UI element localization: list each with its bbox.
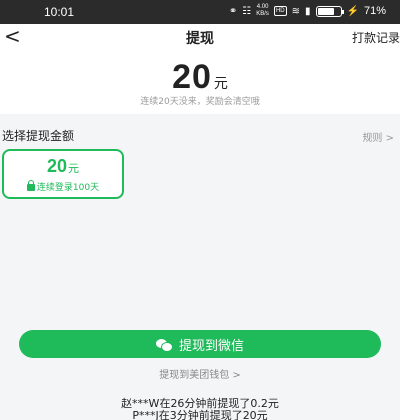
- withdraw-amount-header: 选择提现金额 规则 >: [0, 124, 400, 146]
- withdraw-button-label: 提现到微信: [178, 338, 244, 354]
- balance-unit: 元: [213, 76, 228, 92]
- balance-card: 20 元 连续20天没来，奖励会清空哦: [0, 50, 400, 114]
- wechat-icon: [155, 338, 173, 352]
- withdraw-to-wechat-button[interactable]: 提现到微信: [19, 330, 381, 358]
- signal-icon: ▮: [305, 5, 311, 17]
- wifi-icon: ≋: [291, 5, 300, 17]
- charging-icon: ⚡: [346, 5, 359, 17]
- hd-badge: HD: [273, 6, 287, 16]
- battery-icon: [315, 5, 344, 17]
- page-title: 提现: [186, 31, 214, 47]
- withdraw-to-meituan-link[interactable]: 提现到美团钱包 >: [0, 366, 400, 381]
- option-unit: 元: [68, 162, 80, 175]
- option-condition: 连续登录100天: [8, 180, 118, 193]
- withdraw-notices: 赵***W在26分钟前提现了0.2元 P***J在3分钟前提现了20元: [0, 398, 400, 420]
- nav-bar: < 提现 打款记录: [0, 24, 400, 50]
- balance-value: 20: [172, 58, 212, 96]
- status-bar: 10:01 ⚭ ☷ 4.00 KB/s HD ≋ ▮ ⚡ 71%: [0, 0, 400, 24]
- rules-link[interactable]: 规则 >: [362, 129, 394, 144]
- vibrate-icon: ☷: [242, 5, 252, 17]
- battery-percent: 71%: [363, 5, 386, 17]
- status-icons: ⚭ ☷ 4.00 KB/s HD ≋ ▮ ⚡ 71%: [229, 4, 386, 18]
- amount-option[interactable]: 20元 连续登录100天: [2, 149, 124, 199]
- balance-tip: 连续20天没来，奖励会清空哦: [140, 97, 260, 107]
- option-value: 20: [46, 156, 68, 176]
- balance-amount: 20 元: [0, 58, 400, 97]
- net-speed-value: 4.00: [256, 4, 269, 10]
- option-amount: 20元: [4, 156, 122, 177]
- status-time: 10:01: [44, 5, 75, 19]
- net-speed: 4.00 KB/s: [256, 4, 269, 18]
- headphones-icon: ⚭: [228, 5, 238, 17]
- lock-icon: [26, 180, 35, 191]
- payment-records-link[interactable]: 打款记录: [352, 29, 400, 46]
- net-speed-unit: KB/s: [256, 11, 269, 17]
- notice-item: P***J在3分钟前提现了20元: [132, 409, 268, 420]
- section-title: 选择提现金额: [2, 129, 75, 143]
- option-condition-text: 连续登录100天: [36, 183, 100, 193]
